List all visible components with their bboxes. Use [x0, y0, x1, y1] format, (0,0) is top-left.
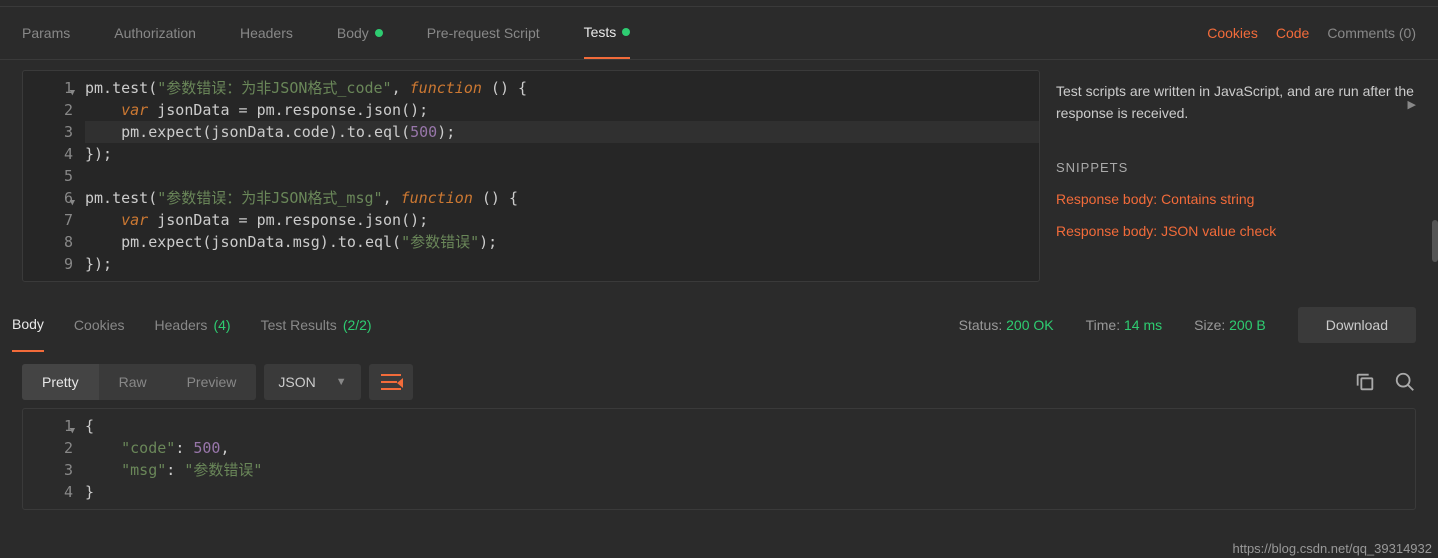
search-icon[interactable]: [1394, 371, 1416, 393]
tab-headers[interactable]: Headers: [240, 7, 293, 59]
copy-icon[interactable]: [1354, 371, 1376, 393]
editor-gutter: 1 2 3 4 5 6 7 8 9: [23, 71, 85, 281]
tab-tests[interactable]: Tests: [584, 7, 631, 59]
headers-count: (4): [213, 317, 230, 333]
format-type-label: JSON: [278, 374, 315, 390]
resp-tab-headers[interactable]: Headers (4): [155, 298, 231, 352]
wrap-icon: [381, 374, 401, 390]
tab-body-label: Body: [337, 25, 369, 41]
request-tabs: Params Authorization Headers Body Pre-re…: [0, 6, 1438, 60]
size: Size: 200 B: [1194, 317, 1266, 333]
comments-link[interactable]: Comments (0): [1327, 25, 1416, 41]
size-value: 200 B: [1229, 317, 1266, 333]
gutter-line: 1: [23, 77, 73, 99]
snippets-panel: Test scripts are written in JavaScript, …: [1056, 70, 1416, 282]
format-type-select[interactable]: JSON ▼: [264, 364, 360, 400]
resp-tab-testresults-label: Test Results: [261, 317, 337, 333]
cookies-link[interactable]: Cookies: [1207, 25, 1258, 41]
tab-prerequest[interactable]: Pre-request Script: [427, 7, 540, 59]
tab-body[interactable]: Body: [337, 7, 383, 59]
gutter-line: 7: [23, 209, 73, 231]
response-status-group: Status: 200 OK Time: 14 ms Size: 200 B D…: [959, 307, 1416, 343]
snippet-contains-string[interactable]: Response body: Contains string: [1056, 191, 1416, 207]
format-preview[interactable]: Preview: [167, 364, 257, 400]
response-format-bar: Pretty Raw Preview JSON ▼: [0, 352, 1438, 408]
response-body[interactable]: { "code": 500, "msg": "参数错误" }: [85, 409, 1415, 509]
size-label: Size:: [1194, 317, 1225, 333]
gutter-line: 3: [23, 121, 73, 143]
time-value: 14 ms: [1124, 317, 1162, 333]
code-link[interactable]: Code: [1276, 25, 1309, 41]
status-label: Status:: [959, 317, 1003, 333]
gutter-line: 4: [23, 143, 73, 165]
response-tabs-bar: Body Cookies Headers (4) Test Results (2…: [0, 298, 1438, 352]
editor-body[interactable]: pm.test("参数错误：为非JSON格式_code", function (…: [85, 71, 1039, 281]
editor-area: 1 2 3 4 5 6 7 8 9 pm.test("参数错误：为非JSON格式…: [0, 60, 1438, 298]
download-button[interactable]: Download: [1298, 307, 1416, 343]
resp-tab-headers-label: Headers: [155, 317, 208, 333]
gutter-line: 4: [23, 481, 73, 503]
snippet-json-value-check[interactable]: Response body: JSON value check: [1056, 223, 1416, 239]
wrap-lines-button[interactable]: [369, 364, 413, 400]
gutter-line: 5: [23, 165, 73, 187]
resp-tab-cookies[interactable]: Cookies: [74, 298, 125, 352]
response-tabs: Body Cookies Headers (4) Test Results (2…: [12, 298, 372, 352]
chevron-right-icon[interactable]: ▶: [1408, 98, 1416, 111]
gutter-line: 9: [23, 253, 73, 275]
format-raw[interactable]: Raw: [99, 364, 167, 400]
time: Time: 14 ms: [1086, 317, 1163, 333]
tests-code-editor[interactable]: 1 2 3 4 5 6 7 8 9 pm.test("参数错误：为非JSON格式…: [22, 70, 1040, 282]
response-body-editor[interactable]: 1 2 3 4 { "code": 500, "msg": "参数错误" }: [22, 408, 1416, 510]
status-value: 200 OK: [1006, 317, 1053, 333]
tabs-right-links: Cookies Code Comments (0): [1207, 25, 1416, 41]
tab-params[interactable]: Params: [22, 7, 70, 59]
status: Status: 200 OK: [959, 317, 1054, 333]
snippets-info: Test scripts are written in JavaScript, …: [1056, 80, 1416, 124]
time-label: Time:: [1086, 317, 1120, 333]
scrollbar-thumb[interactable]: [1432, 220, 1438, 262]
tab-tests-label: Tests: [584, 24, 617, 40]
gutter-line: 2: [23, 437, 73, 459]
format-segment: Pretty Raw Preview: [22, 364, 256, 400]
gutter-line: 6: [23, 187, 73, 209]
tabs-left: Params Authorization Headers Body Pre-re…: [22, 7, 630, 59]
chevron-down-icon: ▼: [336, 376, 347, 388]
snippets-label: SNIPPETS: [1056, 160, 1416, 175]
gutter-line: 1: [23, 415, 73, 437]
resp-tab-body[interactable]: Body: [12, 298, 44, 352]
resp-tab-testresults[interactable]: Test Results (2/2): [261, 298, 372, 352]
gutter-line: 8: [23, 231, 73, 253]
format-pretty[interactable]: Pretty: [22, 364, 99, 400]
gutter-line: 2: [23, 99, 73, 121]
tab-authorization[interactable]: Authorization: [114, 7, 196, 59]
footer-url: https://blog.csdn.net/qq_39314932: [1233, 541, 1433, 556]
testresults-count: (2/2): [343, 317, 372, 333]
gutter-line: 3: [23, 459, 73, 481]
tests-indicator-icon: [622, 28, 630, 36]
body-indicator-icon: [375, 29, 383, 37]
format-right-icons: [1354, 371, 1416, 393]
response-gutter: 1 2 3 4: [23, 409, 85, 509]
